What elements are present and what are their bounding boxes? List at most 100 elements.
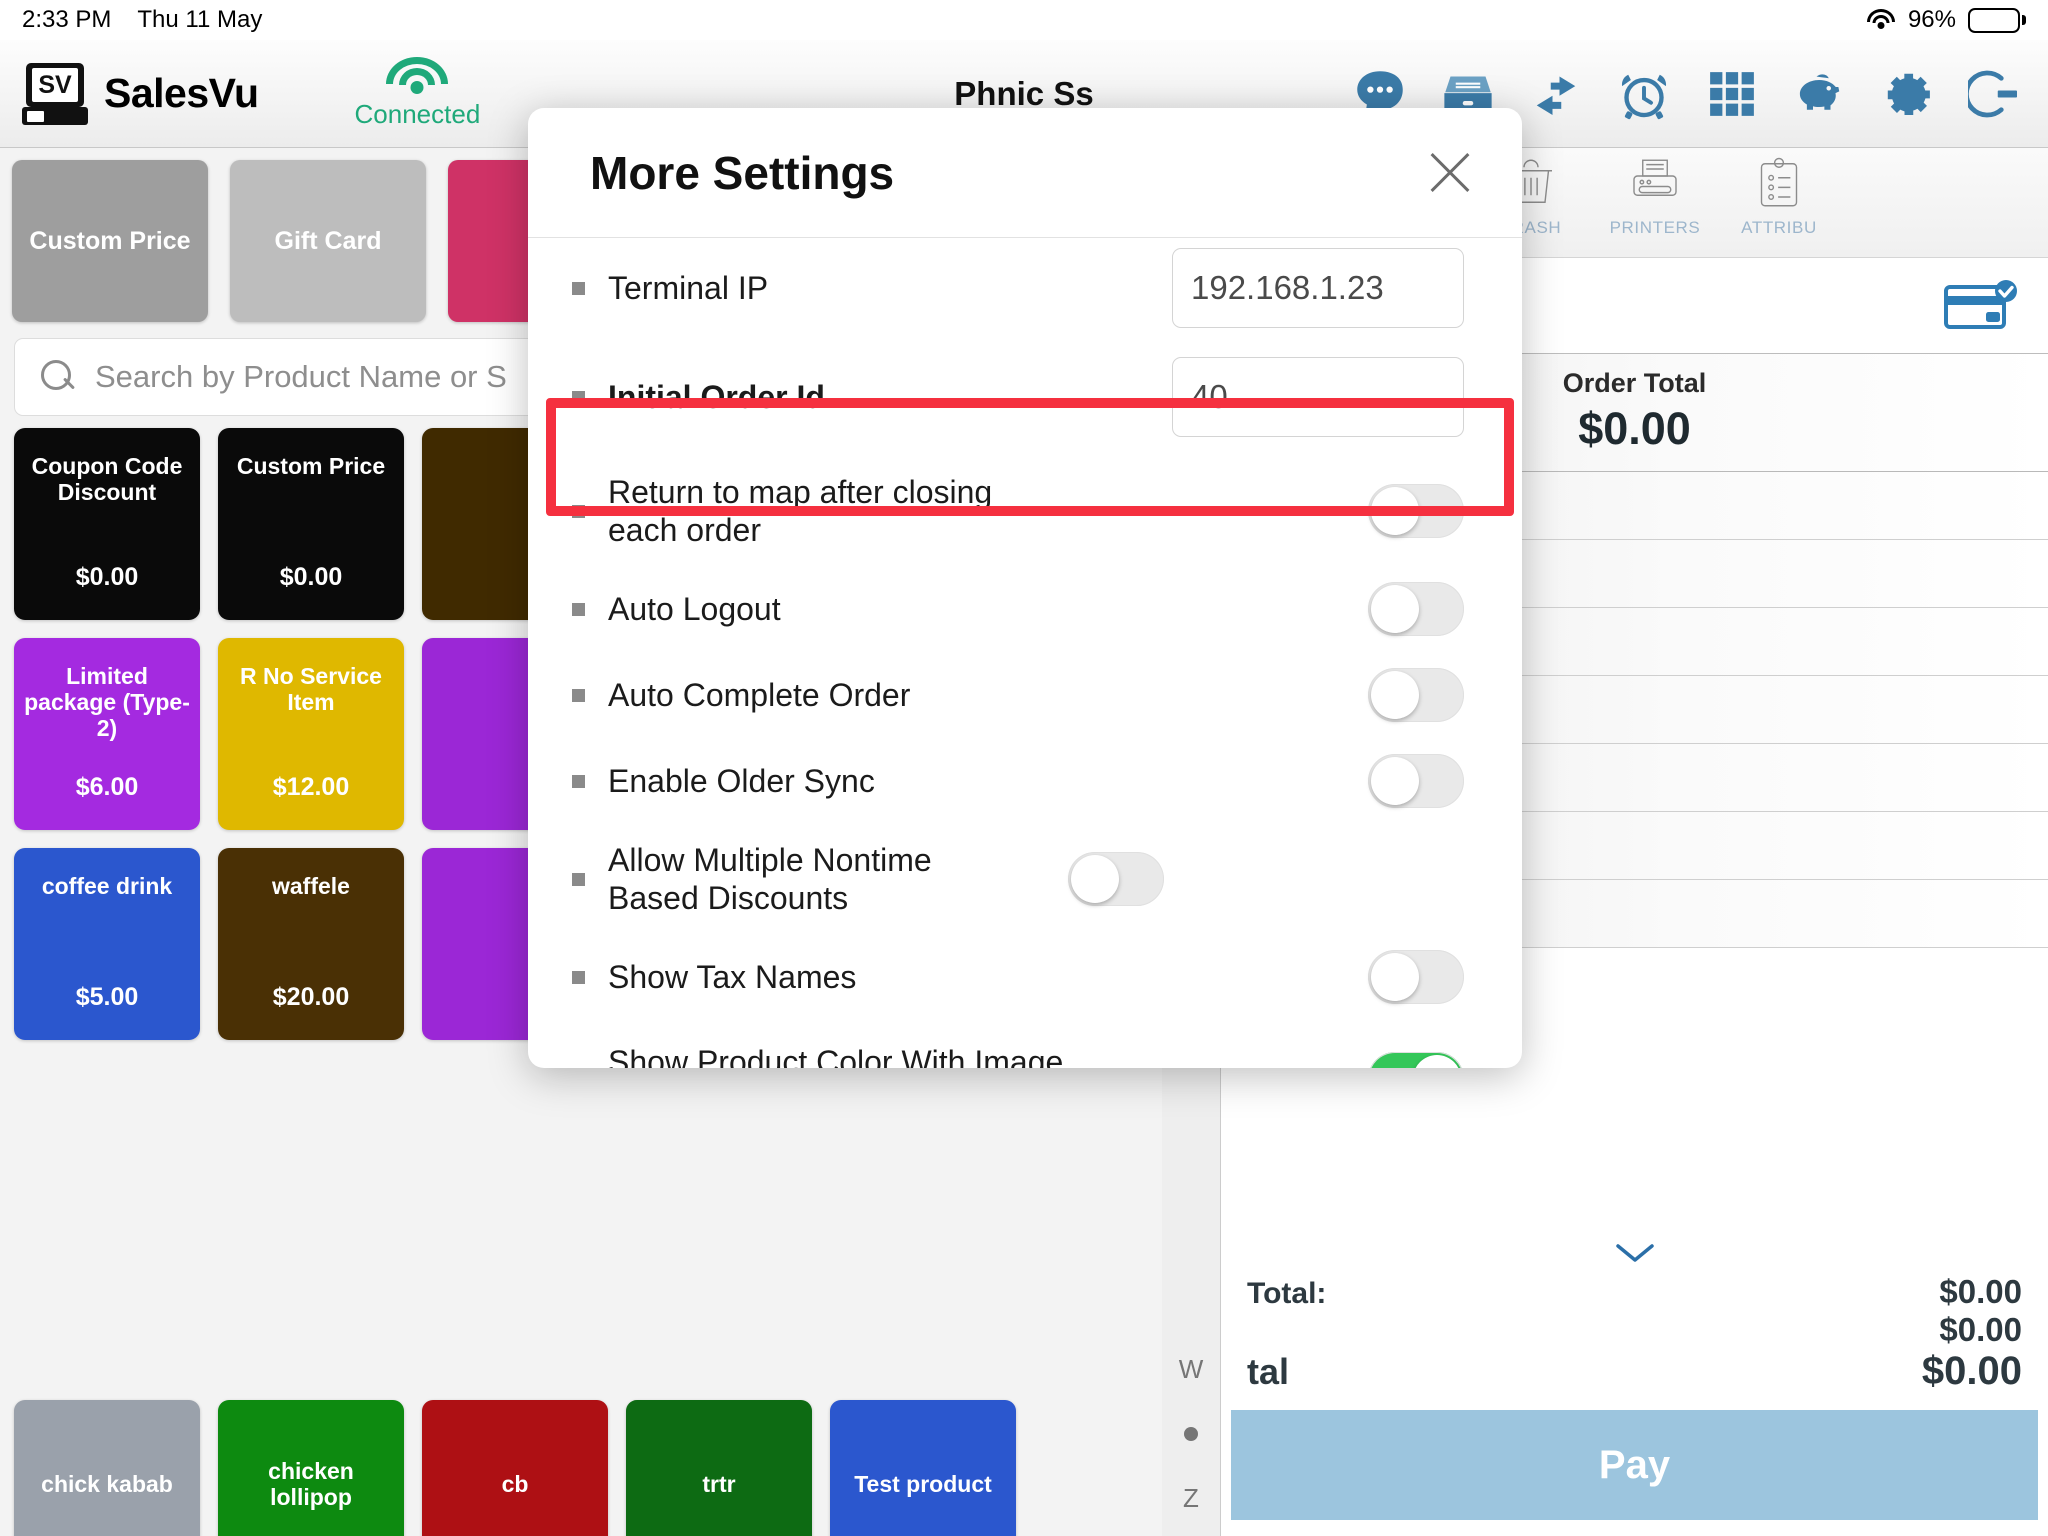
chevron-down-icon[interactable] <box>1221 1232 2048 1273</box>
setting-label: Allow Multiple Nontime Based Discounts <box>608 841 932 916</box>
close-icon[interactable] <box>1422 145 1478 201</box>
product-price: $12.00 <box>272 773 350 801</box>
order-totals: Total: $0.00 $0.00 tal $0.00 <box>1221 1273 2048 1404</box>
search-icon <box>41 360 75 394</box>
product-name: Custom Price <box>236 453 386 479</box>
grid-icon[interactable] <box>1704 66 1760 122</box>
dialog-title: More Settings <box>590 146 895 199</box>
piggy-bank-icon[interactable] <box>1792 66 1848 122</box>
bullet-icon <box>572 504 585 518</box>
brand-name: SalesVu <box>104 70 259 116</box>
product-tile[interactable]: waffele $20.00 <box>218 848 404 1040</box>
product-tile[interactable]: Test product <box>830 1400 1016 1536</box>
enable-older-sync-toggle[interactable] <box>1368 754 1464 808</box>
tool-attributes[interactable]: ATTRIBU <box>1717 154 1841 238</box>
status-time: 2:33 PM <box>22 6 112 33</box>
initial-order-id-field[interactable]: 40 <box>1172 357 1464 437</box>
product-name: Test product <box>854 1471 992 1498</box>
product-name: coffee drink <box>41 873 173 899</box>
gear-icon[interactable] <box>1880 66 1936 122</box>
product-tile[interactable]: cb <box>422 1400 608 1536</box>
bullet-icon <box>572 390 585 404</box>
setting-label: Enable Older Sync <box>608 762 875 799</box>
totals-row: $0.00 <box>1247 1311 2022 1349</box>
product-name: waffele <box>272 873 350 899</box>
allow-multiple-discounts-toggle[interactable] <box>1068 852 1164 906</box>
setting-row-initial-order-id[interactable]: Initial Order Id 40 <box>528 338 1522 456</box>
setting-row-show-product-color[interactable]: Show Product Color With Image Note: Don'… <box>528 1020 1522 1068</box>
tool-label: PRINTERS <box>1609 218 1701 237</box>
product-price: $20.00 <box>272 983 350 1011</box>
show-tax-names-toggle[interactable] <box>1368 950 1464 1004</box>
alarm-icon[interactable] <box>1616 66 1672 122</box>
setting-label: Auto Complete Order <box>608 676 911 713</box>
salesvu-logo-icon <box>22 62 88 125</box>
tool-printers[interactable]: PRINTERS <box>1593 154 1717 238</box>
setting-row-show-tax-names[interactable]: Show Tax Names <box>528 934 1522 1020</box>
connection-label: Connected <box>354 99 481 129</box>
setting-row-return-to-map[interactable]: Return to map after closing each order <box>528 456 1522 566</box>
product-price: $0.00 <box>279 563 343 591</box>
setting-row-terminal-ip[interactable]: Terminal IP 192.168.1.23 <box>528 238 1522 338</box>
totals-value: $0.00 <box>1939 1273 2022 1310</box>
auto-complete-order-toggle[interactable] <box>1368 668 1464 722</box>
setting-label: Show Product Color With Image <box>608 1044 1064 1068</box>
setting-row-auto-complete-order[interactable]: Auto Complete Order <box>528 652 1522 738</box>
product-tile[interactable]: Limited package (Type-2) $6.00 <box>14 638 200 830</box>
battery-percent: 96% <box>1907 6 1956 33</box>
quick-tile-label: Custom Price <box>29 226 191 255</box>
alpha-index-letter[interactable]: Z <box>1183 1483 1199 1514</box>
product-name: chicken lollipop <box>268 1458 354 1510</box>
product-name: R No Service Item <box>240 663 382 715</box>
setting-row-auto-logout[interactable]: Auto Logout <box>528 566 1522 652</box>
product-tile[interactable]: trtr <box>626 1400 812 1536</box>
credit-card-check-icon[interactable] <box>1944 279 2020 333</box>
alpha-index-letter[interactable]: W <box>1179 1354 1204 1385</box>
tool-label: ATTRIBU <box>1741 218 1817 237</box>
wifi-icon <box>1866 9 1896 31</box>
quick-tile-label: Gift Card <box>274 226 382 255</box>
totals-row: Total: $0.00 <box>1247 1273 2022 1311</box>
setting-label: Auto Logout <box>608 590 781 627</box>
wifi-connected-icon <box>385 57 449 97</box>
return-to-map-toggle[interactable] <box>1368 484 1464 538</box>
settings-list: Terminal IP 192.168.1.23 Initial Order I… <box>528 238 1522 1068</box>
bullet-icon <box>572 970 585 984</box>
product-tile[interactable]: Coupon Code Discount $0.00 <box>14 428 200 620</box>
brand: SalesVu <box>22 62 259 125</box>
totals-label: Total: <box>1247 1277 1327 1310</box>
setting-label: Show Tax Names <box>608 958 857 995</box>
bullet-icon <box>572 688 585 702</box>
terminal-ip-field[interactable]: 192.168.1.23 <box>1172 248 1464 328</box>
product-tile[interactable]: chick kabab <box>14 1400 200 1536</box>
product-name: Limited package (Type-2) <box>24 663 190 741</box>
auto-logout-toggle[interactable] <box>1368 582 1464 636</box>
alpha-index-dot[interactable] <box>1184 1427 1198 1441</box>
printer-icon <box>1627 154 1683 212</box>
battery-icon <box>1968 7 2026 33</box>
product-tile[interactable]: chicken lollipop <box>218 1400 404 1536</box>
bullet-icon <box>572 602 585 616</box>
transfer-icon[interactable] <box>1528 66 1584 122</box>
show-product-color-toggle[interactable] <box>1368 1052 1464 1068</box>
quick-tile[interactable]: Custom Price <box>12 160 208 322</box>
setting-row-enable-older-sync[interactable]: Enable Older Sync <box>528 738 1522 824</box>
quick-tile[interactable]: Gift Card <box>230 160 426 322</box>
totals-label: tal <box>1247 1351 1290 1392</box>
setting-row-allow-multiple-nontime-discounts[interactable]: Allow Multiple Nontime Based Discounts <box>528 824 1522 934</box>
bullet-icon <box>572 281 585 295</box>
pay-button[interactable]: Pay <box>1231 1410 2038 1520</box>
totals-value: $0.00 <box>1939 1311 2022 1348</box>
product-price: $0.00 <box>75 563 139 591</box>
product-tile[interactable]: R No Service Item $12.00 <box>218 638 404 830</box>
totals-row: tal $0.00 <box>1247 1349 2022 1394</box>
product-tile[interactable]: Custom Price $0.00 <box>218 428 404 620</box>
product-name: cb <box>501 1471 529 1498</box>
more-settings-dialog: More Settings Terminal IP 192.168.1.23 I… <box>528 108 1522 1068</box>
totals-value: $0.00 <box>1921 1349 2022 1393</box>
status-bar: 2:33 PM Thu 11 May 96% <box>0 0 2048 40</box>
product-tile[interactable]: coffee drink $5.00 <box>14 848 200 1040</box>
setting-label: Return to map after closing each order <box>608 473 993 548</box>
logout-icon[interactable] <box>1968 66 2024 122</box>
product-price: $5.00 <box>75 983 139 1011</box>
